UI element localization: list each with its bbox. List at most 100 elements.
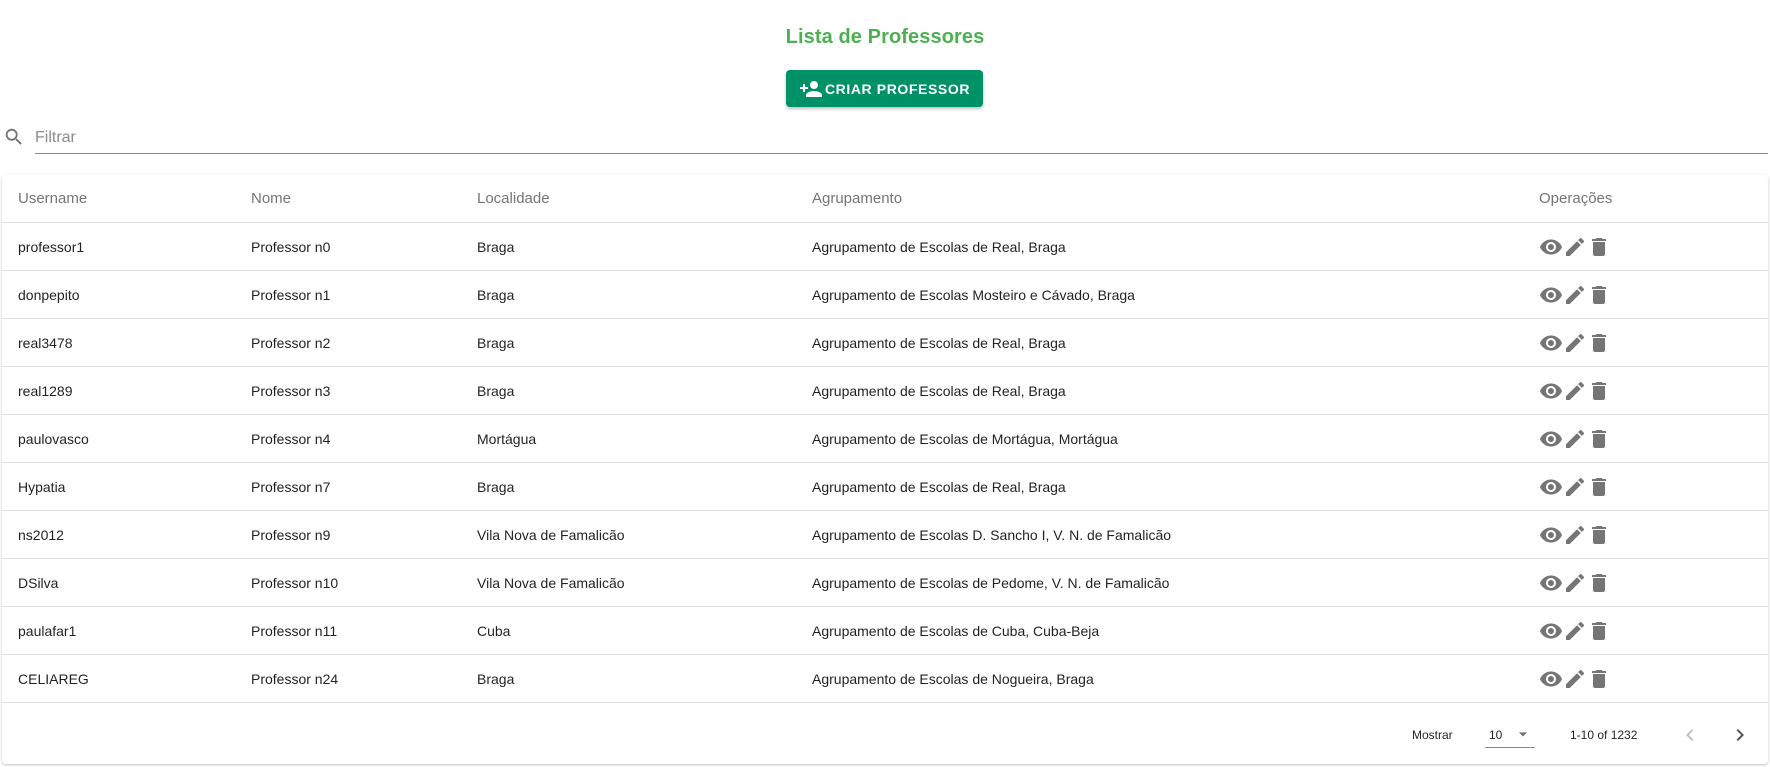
table-row: real3478 Professor n2 Braga Agrupamento de … <box>2 318 1768 367</box>
delete-icon[interactable] <box>1587 379 1611 403</box>
cell-localidade: Vila Nova de Famalicão <box>461 510 796 559</box>
delete-icon[interactable] <box>1587 235 1611 259</box>
cell-localidade: Braga <box>461 654 796 703</box>
delete-icon[interactable] <box>1587 571 1611 595</box>
row-operations <box>1539 571 1768 595</box>
cell-agrupamento: Agrupamento de Escolas de Real, Braga <box>796 462 1523 511</box>
delete-icon[interactable] <box>1587 667 1611 691</box>
cell-agrupamento: Agrupamento de Escolas de Real, Braga <box>796 366 1523 415</box>
view-icon[interactable] <box>1539 427 1563 451</box>
edit-icon[interactable] <box>1563 283 1587 307</box>
cell-localidade: Braga <box>461 366 796 415</box>
delete-icon[interactable] <box>1587 427 1611 451</box>
view-icon[interactable] <box>1539 331 1563 355</box>
delete-icon[interactable] <box>1587 523 1611 547</box>
edit-icon[interactable] <box>1563 619 1587 643</box>
cell-operations <box>1523 606 1768 655</box>
cell-localidade: Mortágua <box>461 414 796 463</box>
delete-icon[interactable] <box>1587 475 1611 499</box>
table-row: Hypatia Professor n7 Braga Agrupamento de E… <box>2 462 1768 511</box>
column-header-localidade[interactable]: Localidade <box>461 175 796 223</box>
cell-agrupamento: Agrupamento de Escolas de Real, Braga <box>796 318 1523 367</box>
table-row: paulafar1 Professor n11 Cuba Agrupamento de… <box>2 606 1768 655</box>
row-operations <box>1539 235 1768 259</box>
edit-icon[interactable] <box>1563 475 1587 499</box>
professors-table: Username Nome Localidade Agrupamento Ope… <box>2 175 1768 703</box>
delete-icon[interactable] <box>1587 619 1611 643</box>
create-professor-button[interactable]: CRIAR PROFESSOR <box>786 70 983 107</box>
cell-username: real3478 <box>2 318 235 367</box>
cell-nome: Professor n10 <box>235 558 461 607</box>
edit-icon[interactable] <box>1563 427 1587 451</box>
cell-nome: Professor n7 <box>235 462 461 511</box>
cell-nome: Professor n3 <box>235 366 461 415</box>
cell-agrupamento: Agrupamento de Escolas de Pedome, V. N. … <box>796 558 1523 607</box>
row-operations <box>1539 619 1768 643</box>
cell-localidade: Braga <box>461 462 796 511</box>
row-operations <box>1539 283 1768 307</box>
row-operations <box>1539 523 1768 547</box>
cell-agrupamento: Agrupamento de Escolas Mosteiro e Cávado… <box>796 270 1523 319</box>
row-operations <box>1539 427 1768 451</box>
filter-bar <box>0 122 1770 156</box>
table-row: paulovasco Professor n4 Mortágua Agrupament… <box>2 414 1768 463</box>
row-operations <box>1539 475 1768 499</box>
table-row: CELIAREG Professor n24 Braga Agrupamento de… <box>2 654 1768 703</box>
cell-agrupamento: Agrupamento de Escolas de Real, Braga <box>796 222 1523 271</box>
professors-table-card: Username Nome Localidade Agrupamento Ope… <box>2 175 1768 764</box>
search-icon <box>3 126 25 148</box>
cell-username: Hypatia <box>2 462 235 511</box>
rows-per-page-value: 10 <box>1489 728 1503 742</box>
cell-operations <box>1523 414 1768 463</box>
view-icon[interactable] <box>1539 667 1563 691</box>
table-row: professor1 Professor n0 Braga Agrupamento d… <box>2 222 1768 271</box>
cell-operations <box>1523 654 1768 703</box>
view-icon[interactable] <box>1539 475 1563 499</box>
view-icon[interactable] <box>1539 235 1563 259</box>
rows-per-page-select[interactable]: 10 <box>1485 721 1535 748</box>
view-icon[interactable] <box>1539 283 1563 307</box>
column-header-username[interactable]: Username <box>2 175 235 223</box>
cell-localidade: Braga <box>461 270 796 319</box>
view-icon[interactable] <box>1539 523 1563 547</box>
next-page-icon[interactable] <box>1728 723 1752 747</box>
edit-icon[interactable] <box>1563 379 1587 403</box>
cell-operations <box>1523 222 1768 271</box>
column-header-operacoes: Operações <box>1523 175 1768 223</box>
cell-username: paulafar1 <box>2 606 235 655</box>
table-row: donpepito Professor n1 Braga Agrupamento de… <box>2 270 1768 319</box>
delete-icon[interactable] <box>1587 283 1611 307</box>
cell-localidade: Cuba <box>461 606 796 655</box>
pagination-bar: Mostrar 10 1-10 of 1232 <box>2 707 1768 764</box>
pagination-range: 1-10 of 1232 <box>1570 728 1638 742</box>
cell-username: DSilva <box>2 558 235 607</box>
previous-page-icon[interactable] <box>1678 723 1702 747</box>
view-icon[interactable] <box>1539 379 1563 403</box>
person-add-icon <box>799 77 823 101</box>
column-header-nome[interactable]: Nome <box>235 175 461 223</box>
cell-nome: Professor n2 <box>235 318 461 367</box>
delete-icon[interactable] <box>1587 331 1611 355</box>
edit-icon[interactable] <box>1563 667 1587 691</box>
edit-icon[interactable] <box>1563 331 1587 355</box>
cell-username: CELIAREG <box>2 654 235 703</box>
cell-username: paulovasco <box>2 414 235 463</box>
cell-agrupamento: Agrupamento de Escolas de Mortágua, Mort… <box>796 414 1523 463</box>
edit-icon[interactable] <box>1563 571 1587 595</box>
row-operations <box>1539 331 1768 355</box>
table-row: DSilva Professor n10 Vila Nova de Famalicã… <box>2 558 1768 607</box>
filter-input[interactable] <box>35 122 1768 154</box>
cell-nome: Professor n9 <box>235 510 461 559</box>
edit-icon[interactable] <box>1563 235 1587 259</box>
view-icon[interactable] <box>1539 619 1563 643</box>
cell-agrupamento: Agrupamento de Escolas D. Sancho I, V. N… <box>796 510 1523 559</box>
cell-username: donpepito <box>2 270 235 319</box>
cell-localidade: Braga <box>461 222 796 271</box>
cell-nome: Professor n0 <box>235 222 461 271</box>
cell-operations <box>1523 270 1768 319</box>
edit-icon[interactable] <box>1563 523 1587 547</box>
cell-nome: Professor n11 <box>235 606 461 655</box>
column-header-agrupamento[interactable]: Agrupamento <box>796 175 1523 223</box>
row-operations <box>1539 667 1768 691</box>
view-icon[interactable] <box>1539 571 1563 595</box>
